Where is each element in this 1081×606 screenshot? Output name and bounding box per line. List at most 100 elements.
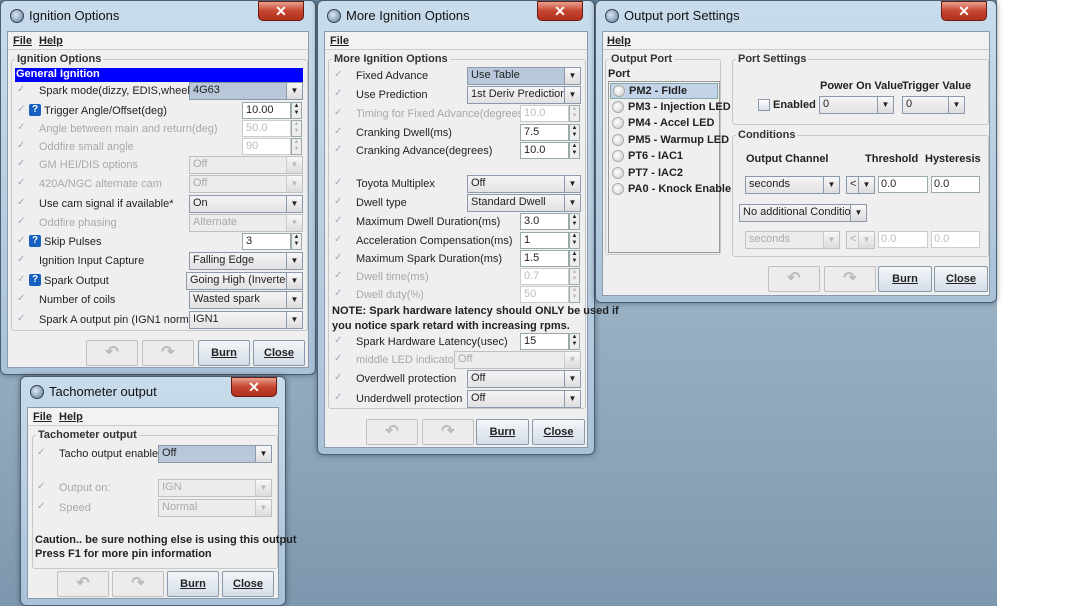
maximum-dwell-duration-ms-spinner[interactable]: 3.0 ▲ ▼: [520, 213, 580, 230]
use-prediction-select[interactable]: 1st Deriv Prediction ▼: [467, 86, 581, 104]
edit-check-icon: ✓: [334, 107, 343, 118]
spinner-arrows-icon[interactable]: ▲ ▼: [569, 333, 580, 350]
dwell-duty-spinner[interactable]: 50 ▲ ▼: [520, 286, 580, 303]
toyota-multiplex-select[interactable]: Off ▼: [467, 175, 581, 193]
spark-mode-dizzy-edis-wheel-select[interactable]: 4G63 ▼: [189, 82, 303, 100]
middle-led-indicator-select[interactable]: Off ▼: [454, 351, 581, 369]
close-window-button[interactable]: ✕: [941, 1, 987, 21]
spinner-arrows-icon[interactable]: ▲ ▼: [569, 232, 580, 249]
redo-button[interactable]: ↷: [112, 571, 164, 597]
output-channel-select[interactable]: seconds ▼: [745, 176, 840, 194]
close-button[interactable]: Close: [253, 340, 305, 366]
skip-pulses-spinner[interactable]: 3 ▲ ▼: [242, 233, 302, 250]
redo-button[interactable]: ↷: [824, 266, 876, 292]
redo-button[interactable]: ↷: [142, 340, 194, 366]
number-of-coils-select[interactable]: Wasted spark ▼: [189, 291, 303, 309]
overdwell-protection-label: Overdwell protection: [356, 373, 457, 385]
acceleration-compensation-ms-spinner[interactable]: 1 ▲ ▼: [520, 232, 580, 249]
hysteresis-2-input[interactable]: 0.0: [931, 231, 980, 248]
help-icon[interactable]: ?: [29, 274, 41, 286]
edit-check-icon: ✓: [334, 335, 343, 346]
oddfire-phasing-select[interactable]: Alternate ▼: [189, 214, 303, 232]
undo-button[interactable]: ↶: [768, 266, 820, 292]
port-item-pm5-warmup-led[interactable]: PM5 - Warmup LED: [610, 133, 729, 149]
port-list[interactable]: PM2 - FIdle PM3 - Injection LED PM4 - Acce…: [608, 81, 731, 253]
angle-between-main-and-return-deg-spinner[interactable]: 50.0 ▲ ▼: [242, 120, 302, 137]
spinner-arrows-icon[interactable]: ▲ ▼: [569, 105, 580, 122]
menu-help[interactable]: Help: [59, 411, 83, 423]
dwell-type-select[interactable]: Standard Dwell ▼: [467, 194, 581, 212]
operator-select[interactable]: < ▼: [846, 176, 875, 194]
timing-for-fixed-advance-degrees-spinner[interactable]: 10.0 ▲ ▼: [520, 105, 580, 122]
menu-help[interactable]: Help: [39, 35, 63, 47]
spinner-arrows-icon[interactable]: ▲ ▼: [291, 233, 302, 250]
undo-button[interactable]: ↶: [366, 419, 418, 445]
operator-2-select[interactable]: < ▼: [846, 231, 875, 249]
spinner-arrows-icon[interactable]: ▲ ▼: [569, 286, 580, 303]
close-button[interactable]: Close: [532, 419, 585, 445]
redo-button[interactable]: ↷: [422, 419, 474, 445]
additional-condition-select[interactable]: No additional Condition ▼: [739, 204, 867, 222]
trigger-angle-offset-deg-spinner[interactable]: 10.00 ▲ ▼: [242, 102, 302, 119]
spark-hardware-latency-usec-spinner[interactable]: 15 ▲ ▼: [520, 333, 580, 350]
burn-button[interactable]: Burn: [878, 266, 932, 292]
power-on-value-select[interactable]: 0 ▼: [819, 96, 894, 114]
undo-button[interactable]: ↶: [57, 571, 109, 597]
spinner-arrows-icon[interactable]: ▲ ▼: [569, 250, 580, 267]
gm-hei-dis-options-select[interactable]: Off ▼: [189, 156, 303, 174]
420a-ngc-alternate-cam-select[interactable]: Off ▼: [189, 175, 303, 193]
speed-select[interactable]: Normal ▼: [158, 499, 272, 517]
port-item-pm3-injection-led[interactable]: PM3 - Injection LED: [610, 100, 731, 116]
spinner-arrows-icon[interactable]: ▲ ▼: [291, 120, 302, 137]
oddfire-small-angle-spinner[interactable]: 90 ▲ ▼: [242, 138, 302, 155]
spinner-arrows-icon[interactable]: ▲ ▼: [569, 124, 580, 141]
spinner-arrows-icon[interactable]: ▲ ▼: [569, 142, 580, 159]
spark-output-select[interactable]: Going High (Inverted) ▼: [186, 272, 303, 290]
undo-button[interactable]: ↶: [86, 340, 138, 366]
close-window-button[interactable]: ✕: [231, 377, 277, 397]
close-window-button[interactable]: ✕: [537, 1, 583, 21]
menu-file[interactable]: File: [13, 35, 32, 47]
threshold-input[interactable]: 0.0: [878, 176, 928, 193]
cranking-advance-degrees-spinner[interactable]: 10.0 ▲ ▼: [520, 142, 580, 159]
underdwell-protection-select[interactable]: Off ▼: [467, 390, 581, 408]
spinner-arrows-icon[interactable]: ▲ ▼: [291, 138, 302, 155]
trigger-value-select[interactable]: 0 ▼: [902, 96, 965, 114]
threshold-2-input[interactable]: 0.0: [878, 231, 928, 248]
combo-value: <: [850, 233, 857, 245]
spinner-arrows-icon[interactable]: ▲ ▼: [569, 213, 580, 230]
cranking-dwell-ms-spinner[interactable]: 7.5 ▲ ▼: [520, 124, 580, 141]
menu-help[interactable]: Help: [607, 35, 631, 47]
dwell-time-ms-spinner[interactable]: 0.7 ▲ ▼: [520, 268, 580, 285]
hysteresis-input[interactable]: 0.0: [931, 176, 980, 193]
help-icon[interactable]: ?: [29, 235, 41, 247]
close-button[interactable]: Close: [222, 571, 274, 597]
combo-value: Off: [193, 177, 208, 189]
close-window-button[interactable]: ✕: [258, 1, 304, 21]
ignition-input-capture-select[interactable]: Falling Edge ▼: [189, 252, 303, 270]
burn-button[interactable]: Burn: [167, 571, 219, 597]
port-item-pa0-knock-enable[interactable]: PA0 - Knock Enable: [610, 182, 731, 198]
help-icon[interactable]: ?: [29, 104, 41, 116]
fixed-advance-select[interactable]: Use Table ▼: [467, 67, 581, 85]
spark-a-output-pin-ign1-normal-select[interactable]: IGN1 ▼: [189, 311, 303, 329]
tacho-output-enabled-select[interactable]: Off ▼: [158, 445, 272, 463]
output-on-select[interactable]: IGN ▼: [158, 479, 272, 497]
enabled-checkbox[interactable]: [758, 99, 770, 111]
close-button[interactable]: Close: [934, 266, 988, 292]
port-item-pm2-fidle[interactable]: PM2 - FIdle: [610, 83, 718, 99]
port-item-pm4-accel-led[interactable]: PM4 - Accel LED: [610, 116, 718, 132]
menu-file[interactable]: File: [33, 411, 52, 423]
output-channel-2-select[interactable]: seconds ▼: [745, 231, 840, 249]
spinner-value: 3: [246, 235, 253, 247]
maximum-spark-duration-ms-spinner[interactable]: 1.5 ▲ ▼: [520, 250, 580, 267]
spinner-arrows-icon[interactable]: ▲ ▼: [569, 268, 580, 285]
spinner-arrows-icon[interactable]: ▲ ▼: [291, 102, 302, 119]
port-item-pt7-iac2[interactable]: PT7 - IAC2: [610, 166, 718, 182]
port-item-pt6-iac1[interactable]: PT6 - IAC1: [610, 149, 718, 165]
overdwell-protection-select[interactable]: Off ▼: [467, 370, 581, 388]
burn-button[interactable]: Burn: [476, 419, 529, 445]
menu-file[interactable]: File: [330, 35, 349, 47]
use-cam-signal-if-available-select[interactable]: On ▼: [189, 195, 303, 213]
burn-button[interactable]: Burn: [198, 340, 250, 366]
